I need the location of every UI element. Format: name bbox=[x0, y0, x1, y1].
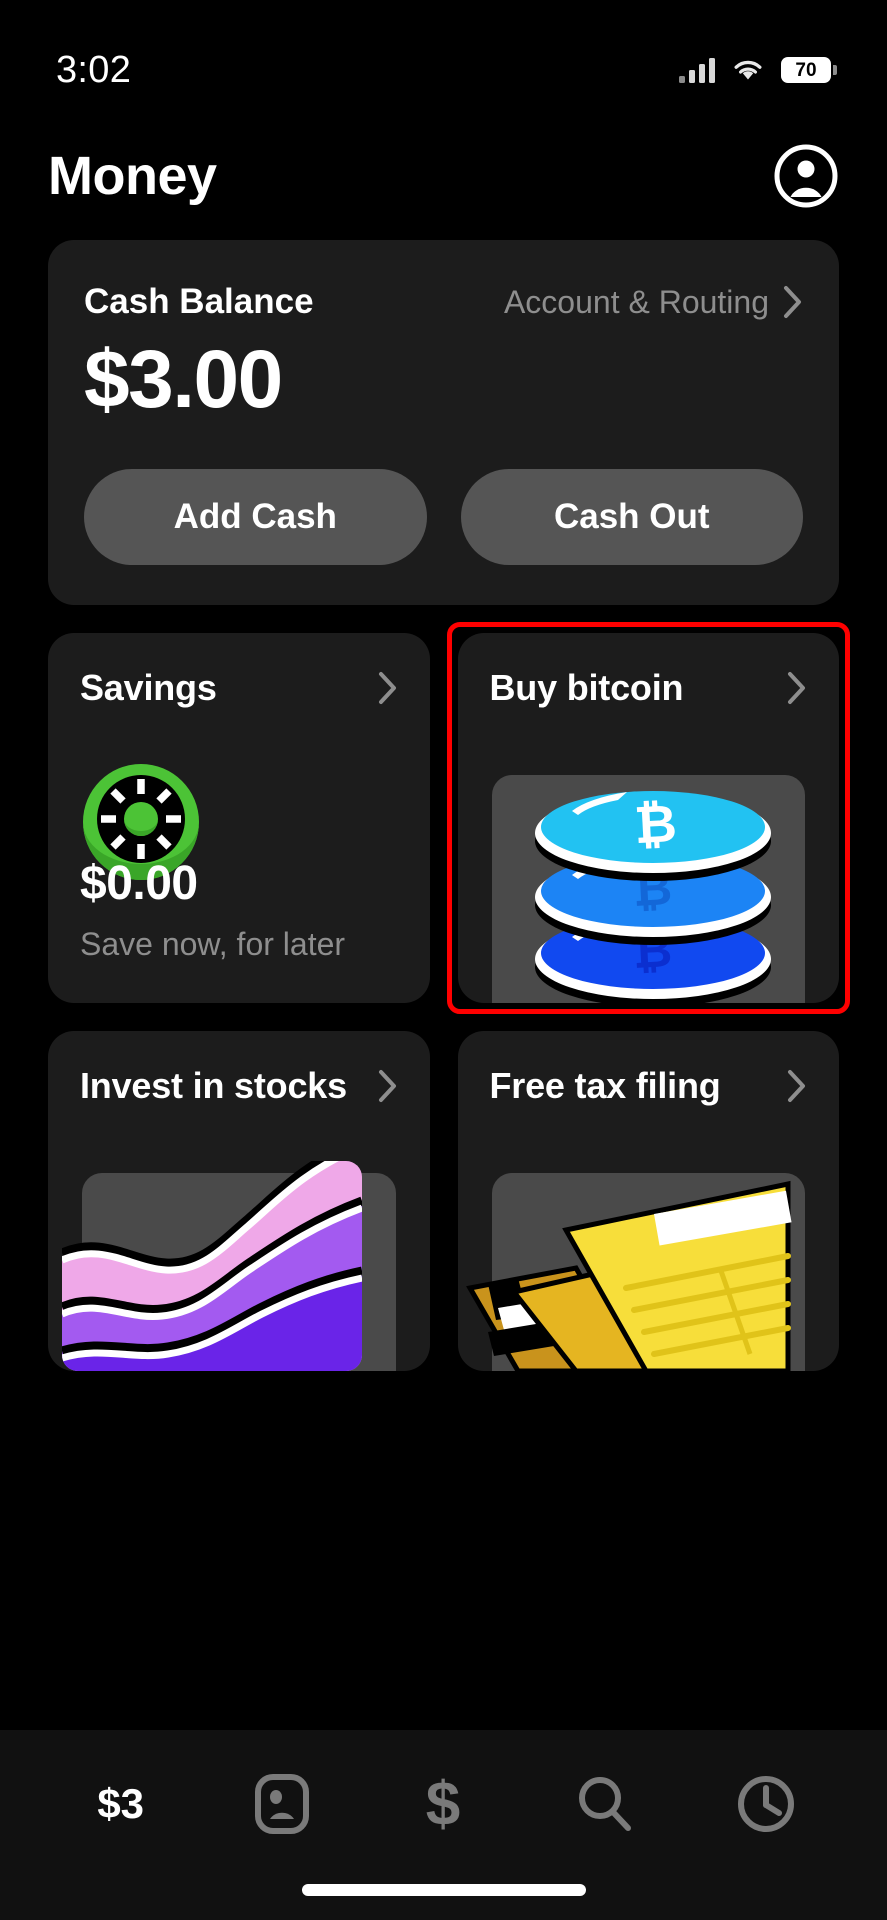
tax-tile-wrapper: Free tax filing bbox=[457, 1030, 840, 1371]
bitcoin-coin-stack-icon: ₿ ₿ ₿ bbox=[534, 790, 771, 1003]
money-balance-tab[interactable]: $3 bbox=[71, 1766, 171, 1842]
buy-bitcoin-tile-header: Buy bitcoin bbox=[458, 633, 840, 709]
cash-balance-label: Cash Balance bbox=[84, 282, 314, 321]
tax-tile-header: Free tax filing bbox=[458, 1031, 840, 1107]
invest-tile-header: Invest in stocks bbox=[48, 1031, 430, 1107]
status-time: 3:02 bbox=[56, 48, 132, 91]
app-screen: 3:02 70 Money Cash Balance Account & Rou… bbox=[0, 0, 887, 1920]
account-routing-label: Account & Routing bbox=[503, 283, 769, 320]
money-tab-label: $3 bbox=[97, 1780, 145, 1827]
chevron-right-icon bbox=[788, 1069, 805, 1102]
main-content: Cash Balance Account & Routing $3.00 Add… bbox=[0, 240, 887, 1730]
page-title: Money bbox=[48, 146, 217, 206]
account-routing-button[interactable]: Account & Routing bbox=[504, 284, 803, 321]
savings-tile-art: $0.00 Save now, for later bbox=[48, 751, 430, 1003]
clock-tab-icon[interactable] bbox=[716, 1766, 816, 1842]
sidebar-item-invest-in-stocks[interactable]: Invest in stocks bbox=[48, 1030, 430, 1371]
wifi-icon bbox=[734, 60, 762, 80]
cash-balance-card: Cash Balance Account & Routing $3.00 Add… bbox=[48, 240, 839, 605]
status-indicators: 70 bbox=[679, 57, 837, 83]
cash-actions: Add Cash Cash Out bbox=[84, 468, 803, 565]
tax-title: Free tax filing bbox=[489, 1064, 721, 1106]
chevron-right-icon bbox=[784, 286, 801, 318]
invest-tile-wrapper: Invest in stocks bbox=[48, 1030, 430, 1371]
buy-bitcoin-tile-art: ₿ ₿ ₿ bbox=[458, 751, 840, 1003]
sidebar-item-savings[interactable]: Savings $0.00 Save now, for later bbox=[48, 632, 430, 1003]
chevron-right-icon bbox=[378, 1069, 396, 1102]
invest-tile-art bbox=[48, 1149, 430, 1371]
sidebar-item-free-tax-filing[interactable]: Free tax filing bbox=[457, 1030, 840, 1371]
card-tab-icon[interactable] bbox=[232, 1766, 332, 1842]
add-cash-button[interactable]: Add Cash bbox=[84, 468, 427, 565]
buy-bitcoin-title: Buy bitcoin bbox=[489, 666, 684, 708]
stock-waves-icon bbox=[62, 1160, 362, 1371]
search-tab-icon[interactable] bbox=[555, 1766, 655, 1842]
tax-tile-art bbox=[458, 1149, 840, 1371]
svg-text:$: $ bbox=[426, 1770, 460, 1839]
account-circle-icon[interactable] bbox=[773, 143, 839, 209]
savings-subtitle: Save now, for later bbox=[80, 925, 346, 962]
tile-row-1: Savings $0.00 Save now, for later Buy bi… bbox=[48, 621, 850, 1014]
cellular-signal-icon bbox=[679, 57, 715, 83]
dollar-sign-tab-icon[interactable]: $ bbox=[393, 1766, 493, 1842]
chevron-right-icon bbox=[788, 671, 805, 704]
savings-tile-header: Savings bbox=[48, 633, 430, 709]
savings-tile-wrapper: Savings $0.00 Save now, for later bbox=[48, 632, 430, 1003]
buy-bitcoin-tile-wrapper: Buy bitcoin ₿ ₿ ₿ bbox=[446, 621, 850, 1014]
sidebar-item-buy-bitcoin[interactable]: Buy bitcoin ₿ ₿ ₿ bbox=[457, 632, 840, 1003]
invest-title: Invest in stocks bbox=[80, 1064, 347, 1106]
status-bar: 3:02 70 bbox=[0, 0, 887, 112]
svg-text:₿: ₿ bbox=[632, 794, 677, 854]
tile-row-2: Invest in stocks Free tax filing bbox=[48, 1030, 840, 1371]
tax-document-icon bbox=[465, 1180, 792, 1371]
battery-level: 70 bbox=[795, 59, 817, 81]
savings-title: Savings bbox=[80, 666, 217, 708]
battery-icon: 70 bbox=[781, 57, 837, 83]
cash-balance-amount: $3.00 bbox=[84, 334, 283, 425]
savings-amount: $0.00 bbox=[80, 856, 198, 910]
home-indicator bbox=[301, 1884, 586, 1896]
app-header: Money bbox=[0, 112, 887, 240]
chevron-right-icon bbox=[378, 671, 396, 704]
cash-out-button[interactable]: Cash Out bbox=[460, 468, 803, 565]
cash-balance-header: Cash Balance Account & Routing bbox=[84, 282, 803, 322]
